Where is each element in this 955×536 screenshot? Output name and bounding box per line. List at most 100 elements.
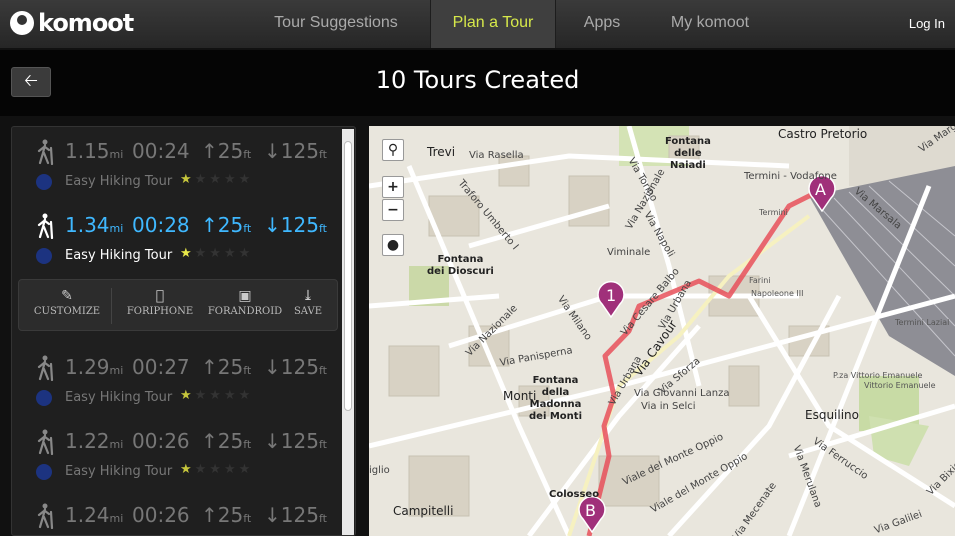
page-title: 10 Tours Created: [375, 66, 580, 94]
tour-item[interactable]: 1.15mi 00:24 ↑25ft ↓125ft Easy Hiking To…: [26, 127, 346, 190]
map-label: Colosseo: [549, 489, 600, 500]
hiker-icon: [37, 213, 54, 239]
edit-icon: ✎: [61, 288, 73, 304]
down-arrow-icon: ↓: [264, 429, 281, 453]
locate-icon: ●: [386, 237, 400, 253]
map-label: Viminale: [607, 247, 651, 258]
map-label: Esquilino: [805, 408, 860, 422]
tour-descent: ↓125ft: [264, 355, 327, 379]
rating-stars: ★★★★★: [180, 462, 254, 477]
scrollbar-thumb[interactable]: [344, 141, 352, 411]
tour-difficulty: Easy Hiking Tour: [65, 248, 173, 263]
sport-type-icon: [36, 464, 52, 480]
tour-ascent: ↑25ft: [201, 355, 252, 379]
tour-item[interactable]: 1.29mi 00:27 ↑25ft ↓125ft Easy Hiking To…: [26, 343, 346, 406]
tour-descent: ↓125ft: [264, 139, 327, 163]
up-arrow-icon: ↑: [201, 503, 218, 527]
end-marker-label: B: [585, 501, 596, 520]
tour-duration: 00:26: [132, 429, 190, 453]
sport-type-icon: [36, 174, 52, 190]
down-arrow-icon: ↓: [264, 213, 281, 237]
hiker-icon: [37, 355, 54, 381]
map-label: iglio: [369, 465, 390, 476]
nav-my-komoot[interactable]: My komoot: [648, 0, 772, 48]
tour-item-selected[interactable]: 1.34mi 00:28 ↑25ft ↓125ft Easy Hiking To…: [26, 201, 346, 264]
tour-duration: 00:28: [132, 213, 190, 237]
route-map[interactable]: ⚲ + − ● A 1 B Castro Pretorio Trevi Via …: [369, 126, 955, 536]
map-label: Termini - Vodafone: [744, 171, 837, 182]
map-label: Campitelli: [393, 504, 454, 518]
map-label: P.za Vittorio Emanuele: [833, 371, 923, 380]
map-label: Via Giovanni Lanza: [634, 388, 730, 399]
waypoint-marker-label: 1: [606, 286, 617, 305]
start-marker-label: A: [815, 180, 826, 199]
nav-apps[interactable]: Apps: [566, 0, 638, 48]
map-label: Termini: [759, 208, 788, 217]
search-icon: ⚲: [387, 142, 399, 158]
android-icon: ▣: [238, 288, 252, 304]
map-label: Via in Selci: [641, 401, 696, 412]
top-navbar: komoot Tour Suggestions Plan a Tour Apps…: [0, 0, 955, 49]
title-bar: 🡠 10 Tours Created: [0, 50, 955, 116]
tour-ascent: ↑25ft: [201, 429, 252, 453]
apple-icon: : [119, 286, 201, 306]
tour-distance: 1.24mi: [65, 503, 124, 527]
tour-difficulty: Easy Hiking Tour: [65, 390, 173, 405]
rating-stars: ★★★★★: [180, 246, 254, 261]
for-iphone-button[interactable]:  FORIPHONE: [119, 286, 201, 317]
nav-plan-a-tour[interactable]: Plan a Tour: [430, 0, 556, 48]
tour-difficulty: Easy Hiking Tour: [65, 464, 173, 479]
for-android-button[interactable]: ▣ FORANDROID: [205, 286, 285, 317]
map-label: Fontana delle Naiadi: [665, 136, 711, 171]
download-icon: ⤓: [302, 288, 314, 304]
up-arrow-icon: ↑: [201, 139, 218, 163]
tour-list: 1.15mi 00:24 ↑25ft ↓125ft Easy Hiking To…: [11, 126, 356, 536]
customize-button[interactable]: ✎ CUSTOMIZE: [31, 286, 103, 317]
tour-ascent: ↑25ft: [201, 213, 252, 237]
down-arrow-icon: ↓: [264, 355, 281, 379]
up-arrow-icon: ↑: [201, 429, 218, 453]
up-arrow-icon: ↑: [201, 213, 218, 237]
brand-name: komoot: [38, 9, 134, 37]
hiker-icon: [37, 429, 54, 455]
sport-type-icon: [36, 390, 52, 406]
tour-item[interactable]: 1.22mi 00:26 ↑25ft ↓125ft Easy Hiking To…: [26, 417, 346, 480]
zoom-out-button[interactable]: −: [382, 199, 404, 221]
sidebar-scrollbar[interactable]: [342, 129, 354, 535]
hiker-icon: [37, 503, 54, 529]
tour-duration: 00:27: [132, 355, 190, 379]
map-label: Via Rasella: [469, 150, 524, 161]
save-button[interactable]: ⤓ SAVE: [285, 286, 331, 317]
tour-actions-bar: ✎ CUSTOMIZE  FORIPHONE ▣ FORANDROID ⤓ S…: [18, 279, 338, 331]
tour-duration: 00:26: [132, 503, 190, 527]
tour-duration: 00:24: [132, 139, 190, 163]
map-label: Fontana dei Dioscuri: [427, 254, 494, 277]
nav-tour-suggestions[interactable]: Tour Suggestions: [250, 0, 422, 48]
tour-ascent: ↑25ft: [201, 503, 252, 527]
zoom-in-button[interactable]: +: [382, 176, 404, 198]
login-link[interactable]: Log In: [909, 16, 945, 31]
komoot-logo[interactable]: komoot: [10, 9, 134, 37]
tour-item[interactable]: 1.24mi 00:26 ↑25ft ↓125ft: [26, 491, 346, 535]
hiker-icon: [37, 139, 54, 165]
tour-distance: 1.34mi: [65, 213, 124, 237]
locate-button[interactable]: ●: [382, 234, 404, 256]
sport-type-icon: [36, 248, 52, 264]
tour-descent: ↓125ft: [264, 429, 327, 453]
tour-distance: 1.22mi: [65, 429, 124, 453]
map-label: Trevi: [427, 145, 456, 159]
rating-stars: ★★★★★: [180, 388, 254, 403]
map-label: Castro Pretorio: [778, 127, 868, 141]
down-arrow-icon: ↓: [264, 503, 281, 527]
tour-distance: 1.15mi: [65, 139, 124, 163]
komoot-logo-icon: [10, 11, 34, 35]
tour-ascent: ↑25ft: [201, 139, 252, 163]
map-label: Farini: [749, 276, 771, 285]
down-arrow-icon: ↓: [264, 139, 281, 163]
tour-descent: ↓125ft: [264, 503, 327, 527]
divider: [111, 288, 112, 324]
map-search-button[interactable]: ⚲: [382, 139, 404, 161]
up-arrow-icon: ↑: [201, 355, 218, 379]
map-label: Vittorio Emanuele: [864, 381, 936, 390]
map-label: Fontana della Madonna dei Monti: [529, 375, 582, 422]
